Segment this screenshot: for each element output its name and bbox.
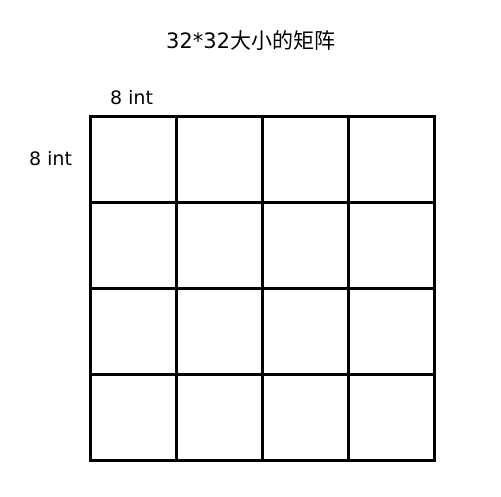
matrix-block-r3-c3 (347, 373, 436, 462)
matrix-block-r0-c1 (175, 115, 264, 204)
matrix-block-r2-c2 (261, 287, 350, 376)
matrix-block-r3-c1 (175, 373, 264, 462)
matrix-block-r2-c1 (175, 287, 264, 376)
matrix-block-r2-c3 (347, 287, 436, 376)
matrix-grid-svg (89, 115, 436, 462)
row-size-label: 8 int (29, 148, 72, 170)
matrix-block-r0-c3 (347, 115, 436, 204)
matrix-block-r3-c2 (261, 373, 350, 462)
matrix-block-r1-c3 (347, 201, 436, 290)
matrix-block-r0-c0 (89, 115, 178, 204)
matrix-block-r1-c1 (175, 201, 264, 290)
matrix-grid (89, 115, 436, 462)
matrix-block-r1-c2 (261, 201, 350, 290)
matrix-block-r1-c0 (89, 201, 178, 290)
matrix-block-r3-c0 (89, 373, 178, 462)
matrix-block-r0-c2 (261, 115, 350, 204)
column-size-label: 8 int (110, 87, 153, 109)
matrix-block-r2-c0 (89, 287, 178, 376)
diagram-title: 32*32大小的矩阵 (166, 29, 335, 53)
